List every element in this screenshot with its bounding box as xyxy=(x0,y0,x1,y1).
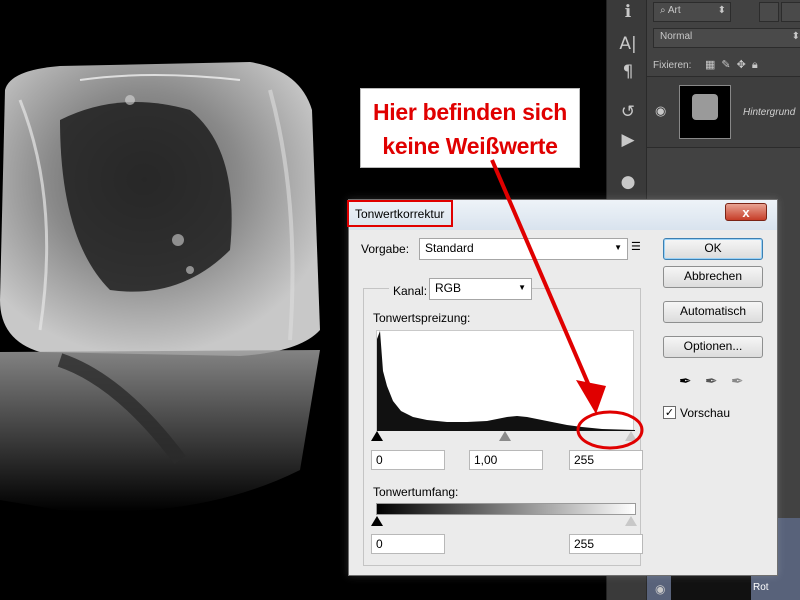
annotation-arrow-layer xyxy=(490,159,644,450)
annotation-circle xyxy=(576,410,644,450)
annotation-arrow-head xyxy=(576,380,606,414)
annotation-arrow-line xyxy=(490,159,592,389)
